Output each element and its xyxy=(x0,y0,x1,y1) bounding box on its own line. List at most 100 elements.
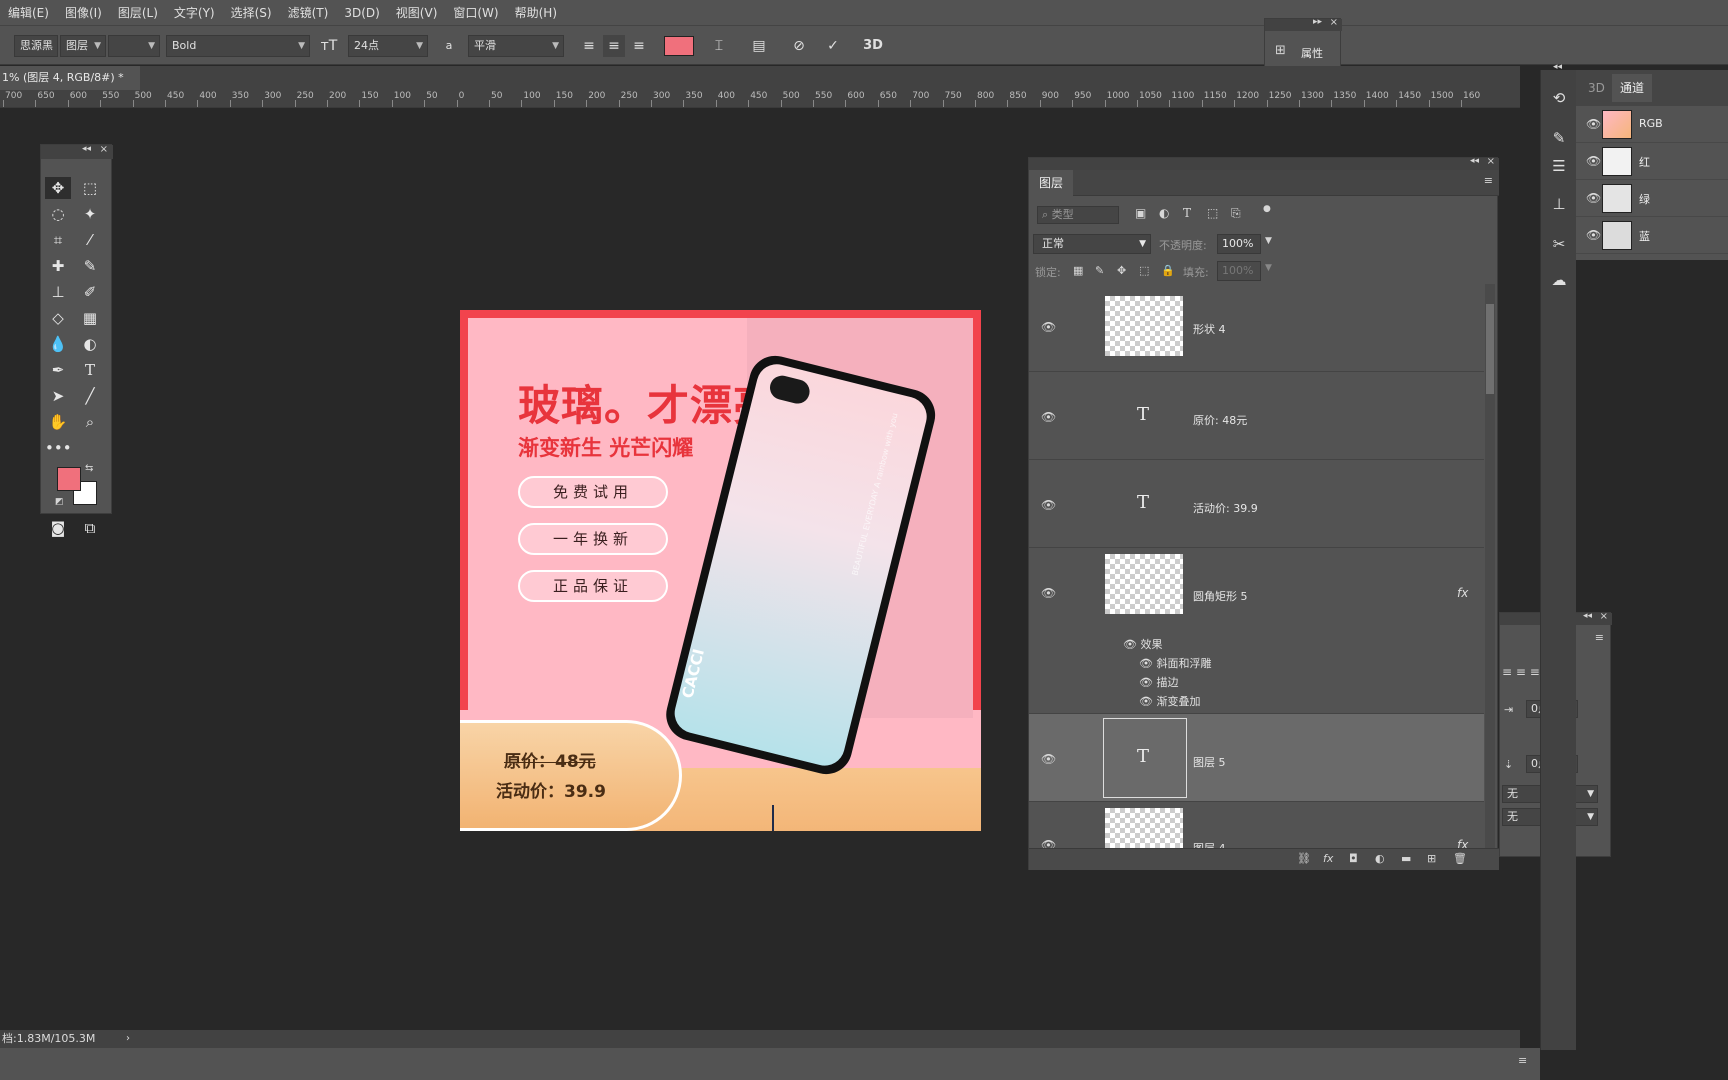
close-icon[interactable]: × xyxy=(100,144,108,155)
eye-icon[interactable]: 👁 xyxy=(1586,191,1601,205)
filter-toggle-icon[interactable]: ● xyxy=(1263,204,1271,214)
eye-icon[interactable]: 👁 xyxy=(1041,586,1056,600)
screen-mode-icon[interactable]: ⧉ xyxy=(77,517,103,539)
document-tab[interactable]: 1% (图层 4, RGB/8#) * × xyxy=(0,66,140,108)
blur-tool-icon[interactable]: 💧 xyxy=(45,333,71,355)
align-right-icon[interactable]: ≡ xyxy=(628,35,650,57)
channel-row-red[interactable]: 👁 红 xyxy=(1576,143,1728,180)
tab-3d[interactable]: 3D xyxy=(1580,78,1613,98)
close-icon[interactable]: × xyxy=(1330,17,1338,28)
effect-bevel[interactable]: 👁 斜面和浮雕 xyxy=(1139,655,1211,671)
effect-stroke[interactable]: 👁 描边 xyxy=(1139,674,1178,690)
eye-icon[interactable]: 👁 xyxy=(1041,410,1056,424)
brush-tool-icon[interactable]: ✎ xyxy=(77,255,103,277)
crop-tool-icon[interactable]: ⌗ xyxy=(45,229,71,251)
scrollbar-thumb[interactable] xyxy=(1486,304,1494,394)
tab-layers[interactable]: 图层 xyxy=(1029,170,1074,196)
panel-menu-icon[interactable]: ≡ xyxy=(1595,631,1604,644)
eyedropper-icon[interactable]: ⁄ xyxy=(77,229,103,251)
move-tool-icon[interactable]: ✥ xyxy=(45,177,71,199)
layer-row[interactable]: 👁 T 活动价: 39.9 xyxy=(1029,460,1484,548)
horizontal-ruler[interactable]: 700 650 600 550 500 450 400 350 300 250 200 150 100 5… xyxy=(0,90,1520,108)
quick-mask-icon[interactable]: ◙ xyxy=(45,517,71,539)
fill-field[interactable]: 100% xyxy=(1217,261,1261,281)
layer-name[interactable]: 形状 4 xyxy=(1193,321,1226,337)
eye-icon[interactable]: 👁 xyxy=(1041,320,1056,334)
menu-window[interactable]: 窗口(W) xyxy=(445,4,506,21)
type-tool-icon[interactable]: T xyxy=(77,359,103,381)
line-tool-icon[interactable]: ╱ xyxy=(77,385,103,407)
filter-smart-object-icon[interactable]: ⎘ xyxy=(1231,206,1241,221)
new-group-icon[interactable]: ▬ xyxy=(1401,852,1411,865)
layer-name[interactable]: 圆角矩形 5 xyxy=(1193,588,1248,604)
close-icon[interactable]: × xyxy=(1600,611,1608,622)
layers-scrollbar[interactable] xyxy=(1485,284,1495,854)
channel-row-blue[interactable]: 👁 蓝 xyxy=(1576,217,1728,254)
default-colors-icon[interactable]: ◩ xyxy=(55,497,64,507)
menu-filter[interactable]: 滤镜(T) xyxy=(280,4,337,21)
tab-channels[interactable]: 通道 xyxy=(1612,74,1653,102)
font-family-select[interactable]: 思源黑 xyxy=(14,35,58,57)
add-style-icon[interactable]: fx xyxy=(1323,852,1333,865)
gradient-tool-icon[interactable]: ▦ xyxy=(77,307,103,329)
filter-type-icon[interactable]: T xyxy=(1183,206,1191,220)
tool-presets-icon[interactable]: ✂ xyxy=(1549,234,1569,254)
menu-select[interactable]: 选择(S) xyxy=(223,4,280,21)
menu-type[interactable]: 文字(Y) xyxy=(166,4,223,21)
trash-icon[interactable]: 🗑 xyxy=(1453,852,1467,865)
effects-label[interactable]: 👁 效果 xyxy=(1123,636,1162,652)
layer-row[interactable]: 👁 T 原价: 48元 xyxy=(1029,372,1484,460)
eye-icon[interactable]: 👁 xyxy=(1586,228,1601,242)
antialias-select[interactable]: 平滑 ▼ xyxy=(468,35,564,57)
lock-position-icon[interactable]: ✥ xyxy=(1117,264,1126,277)
lock-artboard-icon[interactable]: ⬚ xyxy=(1139,264,1149,277)
dodge-tool-icon[interactable]: ◐ xyxy=(77,333,103,355)
collapse-icon[interactable]: ◂◂ xyxy=(82,144,91,154)
collapse-icon[interactable]: ◂◂ xyxy=(1553,62,1562,72)
fx-icon[interactable]: fx xyxy=(1457,586,1468,600)
zoom-tool-icon[interactable]: ⌕ xyxy=(77,411,103,433)
font-variant-select[interactable]: ▼ xyxy=(108,35,160,57)
hand-tool-icon[interactable]: ✋ xyxy=(45,411,71,433)
history-brush-icon[interactable]: ✐ xyxy=(77,281,103,303)
warp-text-icon[interactable]: ⌶ xyxy=(708,35,730,57)
eye-icon[interactable]: 👁 xyxy=(1586,154,1601,168)
new-layer-icon[interactable]: ⊞ xyxy=(1427,852,1436,865)
lock-all-icon[interactable]: 🔒 xyxy=(1161,264,1175,277)
eye-icon[interactable]: 👁 xyxy=(1041,752,1056,766)
layer-row[interactable]: 👁 形状 4 xyxy=(1029,284,1484,372)
menu-help[interactable]: 帮助(H) xyxy=(507,4,565,21)
adjustment-layer-icon[interactable]: ◐ xyxy=(1375,852,1385,865)
opacity-field[interactable]: 100% xyxy=(1217,234,1261,254)
chevron-down-icon[interactable]: ▼ xyxy=(1265,263,1272,273)
cancel-icon[interactable]: ⊘ xyxy=(788,35,810,57)
font-style-select[interactable]: Bold ▼ xyxy=(166,35,310,57)
text-color-swatch[interactable] xyxy=(664,36,694,56)
align-left-icon[interactable]: ≡ xyxy=(578,35,600,57)
magic-wand-icon[interactable]: ✦ xyxy=(77,203,103,225)
libraries-icon[interactable]: ☁ xyxy=(1549,270,1569,290)
more-tools-icon[interactable]: ••• xyxy=(45,437,72,459)
blend-mode-select[interactable]: 正常 ▼ xyxy=(1033,234,1151,254)
menu-view[interactable]: 视图(V) xyxy=(388,4,446,21)
menu-edit[interactable]: 编辑(E) xyxy=(0,4,57,21)
channel-row-green[interactable]: 👁 绿 xyxy=(1576,180,1728,217)
layer-row[interactable]: 👁 圆角矩形 5 fx 👁 效果 👁 斜面和浮雕 👁 描边 👁 渐变叠加 xyxy=(1029,548,1484,714)
character-panel-icon[interactable]: ▤ xyxy=(748,35,770,57)
panel-menu-icon[interactable]: ≡ xyxy=(1518,1054,1527,1067)
layer-name[interactable]: 图层 5 xyxy=(1193,754,1226,770)
swap-colors-icon[interactable]: ⇆ xyxy=(85,463,93,474)
menu-image[interactable]: 图像(I) xyxy=(57,4,110,21)
font-size-select[interactable]: 24点 ▼ xyxy=(348,35,428,57)
layer-row-selected[interactable]: 👁 T 图层 5 xyxy=(1029,714,1484,802)
marquee-tool-icon[interactable]: ⬚ xyxy=(77,177,103,199)
filter-pixel-icon[interactable]: ▣ xyxy=(1135,206,1146,220)
close-icon[interactable]: × xyxy=(1487,156,1495,167)
lasso-tool-icon[interactable]: ◌ xyxy=(45,203,71,225)
3d-button[interactable]: 3D xyxy=(862,35,884,57)
menu-layer[interactable]: 图层(L) xyxy=(110,4,166,21)
path-selection-icon[interactable]: ➤ xyxy=(45,385,71,407)
menu-3d[interactable]: 3D(D) xyxy=(336,6,387,20)
collapse-icon[interactable]: ◂◂ xyxy=(1583,611,1592,621)
eye-icon[interactable]: 👁 xyxy=(1041,498,1056,512)
